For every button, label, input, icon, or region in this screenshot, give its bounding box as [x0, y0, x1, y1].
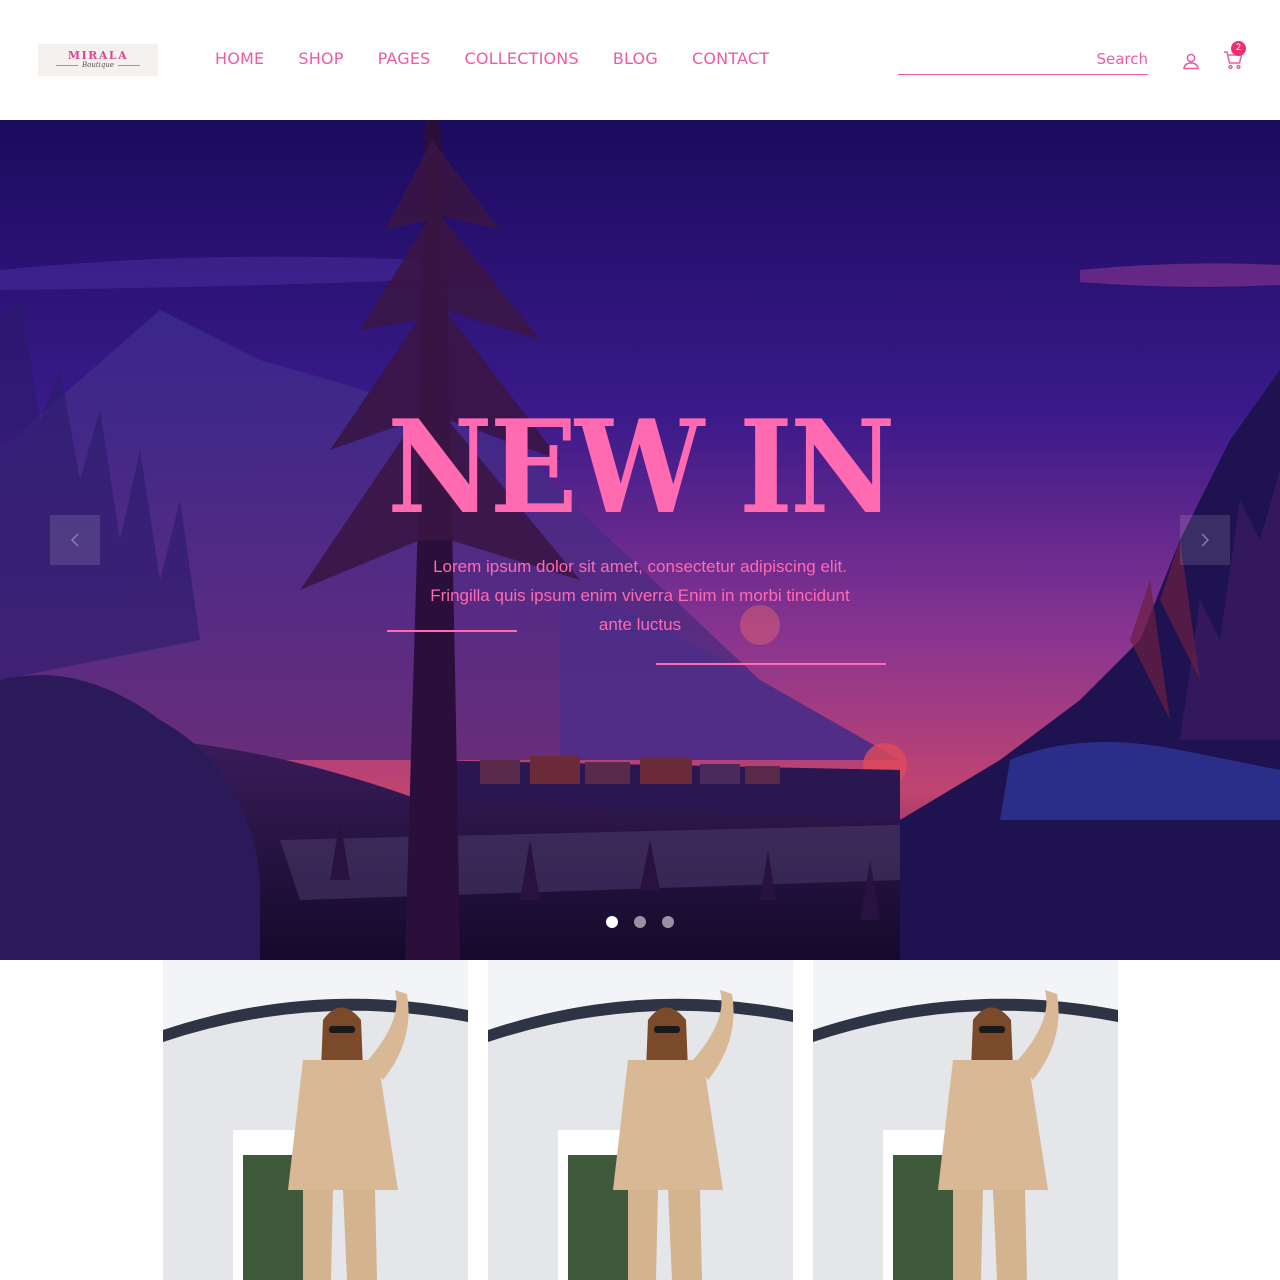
- brand-name: MIRALA: [67, 49, 129, 62]
- search-box: [898, 44, 1148, 75]
- chevron-left-icon: [71, 533, 79, 547]
- slider-next-button[interactable]: [1180, 515, 1230, 565]
- cart-count-badge: 2: [1231, 41, 1246, 56]
- nav-item-shop[interactable]: SHOP: [281, 48, 360, 70]
- nav-item-collections[interactable]: COLLECTIONS: [448, 48, 596, 70]
- nav-item-blog[interactable]: BLOG: [596, 48, 675, 70]
- slider-prev-button[interactable]: [50, 515, 100, 565]
- slider-pagination: [606, 916, 674, 928]
- nav-item-contact[interactable]: CONTACT: [675, 48, 786, 70]
- search-input[interactable]: [898, 44, 1148, 74]
- main-nav: HOME SHOP PAGES COLLECTIONS BLOG CONTACT: [198, 48, 786, 70]
- site-header: MIRALA Boutique HOME SHOP PAGES COLLECTI…: [0, 0, 1280, 120]
- slider-dot-2[interactable]: [634, 916, 646, 928]
- product-grid: [163, 960, 1118, 1280]
- product-card[interactable]: [163, 960, 468, 1280]
- hero-slider: NEW IN Lorem ipsum dolor sit amet, conse…: [0, 120, 1280, 960]
- product-image: [163, 960, 468, 1280]
- slider-dot-1[interactable]: [606, 916, 618, 928]
- brand-logo[interactable]: MIRALA Boutique: [38, 44, 158, 76]
- hero-subtitle: Lorem ipsum dolor sit amet, consectetur …: [430, 557, 850, 634]
- nav-item-home[interactable]: HOME: [198, 48, 281, 70]
- product-image: [488, 960, 793, 1280]
- decorative-line: [387, 630, 517, 632]
- chevron-right-icon: [1201, 533, 1209, 547]
- brand-tagline: Boutique: [56, 61, 140, 70]
- product-card[interactable]: [488, 960, 793, 1280]
- user-icon[interactable]: [1181, 51, 1201, 71]
- product-image: [813, 960, 1118, 1280]
- nav-item-pages[interactable]: PAGES: [361, 48, 448, 70]
- slider-dot-3[interactable]: [662, 916, 674, 928]
- hero-title: NEW IN: [387, 393, 895, 543]
- product-card[interactable]: [813, 960, 1118, 1280]
- decorative-line: [656, 663, 886, 665]
